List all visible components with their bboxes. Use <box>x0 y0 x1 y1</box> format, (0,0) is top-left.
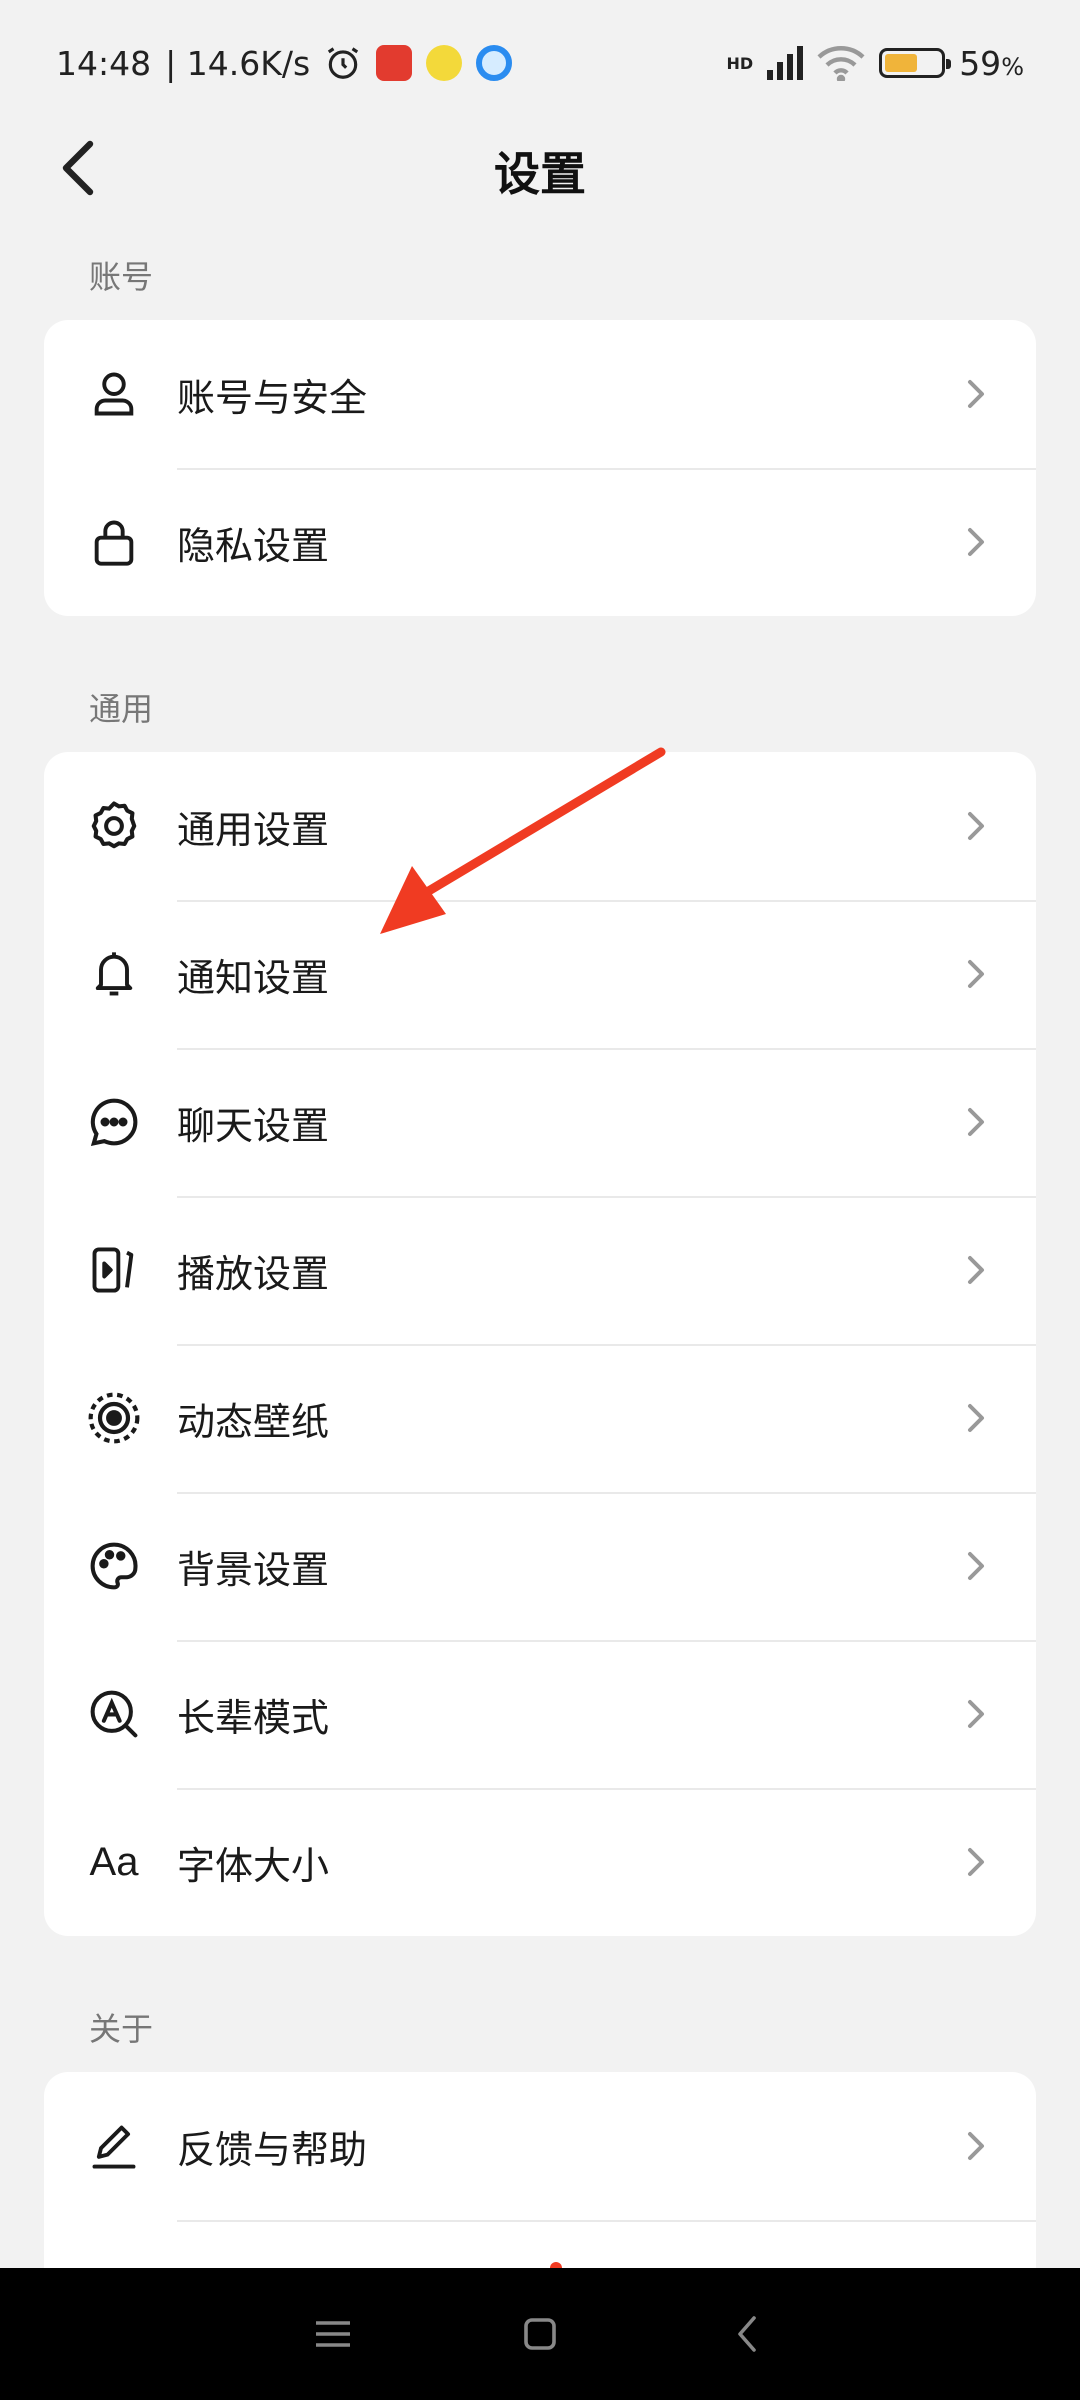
lock-icon <box>84 512 144 572</box>
status-left: 14:48 | 14.6K/s <box>56 43 513 83</box>
row-label: 聊天设置 <box>177 1103 330 1148</box>
row-label: 长辈模式 <box>177 1695 330 1740</box>
battery-icon <box>879 48 952 78</box>
chevron-right-icon <box>956 806 996 846</box>
title-bar: 设置 <box>0 126 1080 211</box>
row-label: 反馈与帮助 <box>177 2127 368 2172</box>
elder-mode-icon <box>84 1684 144 1744</box>
row-general-settings[interactable]: 通用设置 <box>44 752 1036 900</box>
row-label: 账号与安全 <box>177 375 368 420</box>
cellular-signal-icon <box>767 46 804 80</box>
row-label: 通用设置 <box>177 807 330 852</box>
chevron-right-icon <box>956 2126 996 2166</box>
row-partial-hidden[interactable] <box>44 2220 1036 2268</box>
app-notification-icon <box>476 45 513 81</box>
font-size-icon: Aa <box>89 1839 139 1884</box>
bell-icon <box>84 944 144 1004</box>
row-chat-settings[interactable]: 聊天设置 <box>44 1048 1036 1196</box>
wifi-icon <box>817 46 865 81</box>
row-label: 字体大小 <box>177 1843 330 1888</box>
chevron-right-icon <box>956 954 996 994</box>
alarm-icon <box>328 47 359 79</box>
row-label: 播放设置 <box>177 1251 330 1296</box>
system-nav-bar <box>0 2268 1080 2400</box>
settings-page: 14:48 | 14.6K/s HD 59% 设置 账号 账号与安全 隐私设置 … <box>0 0 1080 2400</box>
home-square-icon <box>524 2318 556 2350</box>
row-elder-mode[interactable]: 长辈模式 <box>44 1640 1036 1788</box>
row-privacy-settings[interactable]: 隐私设置 <box>44 468 1036 616</box>
row-background-settings[interactable]: 背景设置 <box>44 1492 1036 1640</box>
app-notification-icon <box>426 45 463 81</box>
general-card: 通用设置 通知设置 聊天设置 播放设置 动态壁纸 背景设置 长辈模式 Aa 字体… <box>44 752 1036 1936</box>
battery-percent: 59% <box>959 43 1024 83</box>
back-triangle-icon <box>737 2316 756 2352</box>
status-bar: 14:48 | 14.6K/s HD 59% <box>0 0 1080 126</box>
chevron-right-icon <box>956 1398 996 1438</box>
clock: 14:48 <box>56 43 152 83</box>
status-right: HD 59% <box>727 44 1024 83</box>
dynamic-wallpaper-icon <box>84 1388 144 1448</box>
row-account-security[interactable]: 账号与安全 <box>44 320 1036 468</box>
chat-bubble-icon <box>84 1092 144 1152</box>
chevron-right-icon <box>956 522 996 562</box>
row-feedback-help[interactable]: 反馈与帮助 <box>44 2072 1036 2220</box>
row-label: 隐私设置 <box>177 523 330 568</box>
chevron-right-icon <box>956 1694 996 1734</box>
person-icon <box>84 364 144 424</box>
hd-label: HD <box>726 53 754 73</box>
pencil-icon <box>84 2116 144 2176</box>
home-button[interactable] <box>510 2304 570 2364</box>
app-notification-icon <box>376 45 413 81</box>
chevron-right-icon <box>956 1102 996 1142</box>
about-card: 反馈与帮助 <box>44 2072 1036 2268</box>
chevron-right-icon <box>956 374 996 414</box>
palette-icon <box>84 1536 144 1596</box>
menu-icon <box>316 2321 351 2347</box>
chevron-right-icon <box>956 1842 996 1882</box>
page-title: 设置 <box>494 147 586 201</box>
row-font-size[interactable]: Aa 字体大小 <box>44 1788 1036 1936</box>
section-label-account: 账号 <box>89 258 154 296</box>
back-nav-button[interactable] <box>717 2304 777 2364</box>
gear-icon <box>84 796 144 856</box>
section-label-about: 关于 <box>89 2010 154 2048</box>
chevron-right-icon <box>956 1250 996 1290</box>
account-card: 账号与安全 隐私设置 <box>44 320 1036 616</box>
row-label: 通知设置 <box>177 955 330 1000</box>
row-playback-settings[interactable]: 播放设置 <box>44 1196 1036 1344</box>
battery-level <box>885 54 918 72</box>
row-label: 动态壁纸 <box>177 1399 330 1444</box>
row-notification-settings[interactable]: 通知设置 <box>44 900 1036 1048</box>
row-dynamic-wallpaper[interactable]: 动态壁纸 <box>44 1344 1036 1492</box>
network-speed: | 14.6K/s <box>165 43 311 83</box>
row-label: 背景设置 <box>177 1547 330 1592</box>
play-screen-icon <box>84 1240 144 1300</box>
chevron-right-icon <box>956 1546 996 1586</box>
section-label-general: 通用 <box>89 690 154 728</box>
menu-button[interactable] <box>303 2304 363 2364</box>
